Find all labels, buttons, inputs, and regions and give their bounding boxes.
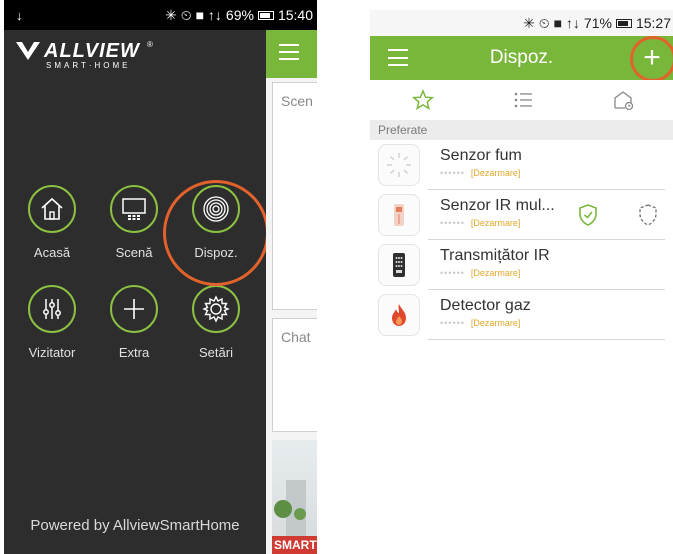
status-dots: •••••• [440,318,465,328]
section-header-favorites: Preferate [370,120,673,140]
highlight-circle [163,180,269,286]
signal-icons: ✳ ⏲ ■ ↑↓ [165,6,222,23]
armed-shield-icon[interactable] [578,204,598,226]
battery-icon [257,10,274,20]
page-title: Dispoz. [489,47,554,68]
scene-card-label: Scen [281,93,313,109]
device-status: •••••• [Dezarmare] [440,268,520,278]
device-name: Senzor IR mul... [440,197,555,214]
device-name: Transmițător IR [440,247,550,264]
device-status: •••••• [Dezarmare] [440,318,520,328]
row-divider [428,339,665,340]
underlying-content: Scen Chat SMART [266,30,317,554]
device-row-smoke[interactable]: Senzor fum •••••• [Dezarmare] [370,140,673,190]
scene-panel-icon [110,185,158,233]
status-dots: •••••• [440,268,465,278]
device-row-gas[interactable]: Detector gaz •••••• [Dezarmare] [370,290,673,340]
device-row-ir-sensor[interactable]: Senzor IR mul... •••••• [Dezarmare] [370,190,673,240]
menu-settings[interactable]: Setări [174,285,254,375]
plus-icon [110,285,158,333]
sliders-icon [28,285,76,333]
status-dots: •••••• [440,168,465,178]
status-text: [Dezarmare] [470,218,521,228]
device-status: •••••• [Dezarmare] [440,218,520,228]
device-status: •••••• [Dezarmare] [440,168,520,178]
menu-extra[interactable]: Extra [92,285,172,375]
device-row-ir-transmitter[interactable]: Transmițător IR •••••• [Dezarmare] [370,240,673,290]
device-name: Senzor fum [440,147,522,164]
signal-icons: ✳ ⏲ ■ ↑↓ [523,14,580,31]
download-indicator: ↓ [16,7,23,23]
allview-logo: ALLVIEW ® SMART·HOME [14,40,164,72]
menu-visitor-label: Vizitator [28,345,76,360]
brand-name: ALLVIEW [44,40,140,62]
banner-plant [274,500,292,518]
menu-scene[interactable]: Scenă [92,185,172,275]
app-bar: Dispoz. + [370,36,673,80]
status-text: [Dezarmare] [470,168,521,178]
allview-logo-mark [16,42,40,60]
home-clock-icon [614,91,634,111]
menu-settings-label: Setări [199,345,233,360]
clock: 15:27 [635,15,671,31]
gas-flame-icon [378,294,420,336]
underlying-app-bar [266,30,317,78]
left-screenshot: ↓ ✳ ⏲ ■ ↑↓ 69% 15:40 ALLVIEW ® SMART·HOM… [4,0,317,554]
promo-banner[interactable]: SMART [272,440,317,554]
gear-icon [192,285,240,333]
brand-subtitle: SMART·HOME [46,61,131,70]
tab-favorites[interactable] [408,86,438,114]
menu-home[interactable]: Acasă [10,185,90,275]
house-icon [28,185,76,233]
right-screenshot: ✳ ⏲ ■ ↑↓ 71% 15:27 Dispoz. + Preferate S… [370,10,673,554]
banner-brand-text: SMART [272,536,317,554]
battery-level: 71% [583,15,612,31]
menu-visitor[interactable]: Vizitator [10,285,90,375]
tab-bar [370,80,673,120]
list-icon [514,92,532,108]
chat-card-label: Chat [281,329,311,345]
brand-registered: ® [147,40,153,49]
device-name: Detector gaz [440,297,531,314]
battery-icon [615,18,632,28]
tab-rooms[interactable] [608,86,638,114]
hamburger-icon[interactable] [279,44,299,60]
ir-sensor-icon [378,194,420,236]
remote-control-icon [378,244,420,286]
menu-home-label: Acasă [33,245,71,260]
disarmed-shield-icon[interactable] [638,204,658,226]
clock: 15:40 [277,7,313,23]
status-dots: •••••• [440,218,465,228]
status-bar: ✳ ⏲ ■ ↑↓ 71% 15:27 [370,10,673,36]
status-text: [Dezarmare] [470,268,521,278]
powered-by-footer: Powered by AllviewSmartHome [30,517,240,534]
star-icon [412,89,434,110]
highlight-circle [630,36,673,82]
tab-list[interactable] [508,86,538,114]
menu-extra-label: Extra [118,345,150,360]
status-bar: ↓ ✳ ⏲ ■ ↑↓ 69% 15:40 [4,0,317,30]
battery-level: 69% [225,7,254,23]
chat-card[interactable]: Chat [272,318,317,432]
smoke-sensor-icon [378,144,420,186]
scene-card[interactable]: Scen [272,82,317,310]
status-text: [Dezarmare] [470,318,521,328]
banner-plant-small [294,508,306,520]
menu-scene-label: Scenă [115,245,153,260]
navigation-drawer: ALLVIEW ® SMART·HOME Acasă Scenă Dispoz. [4,30,269,554]
